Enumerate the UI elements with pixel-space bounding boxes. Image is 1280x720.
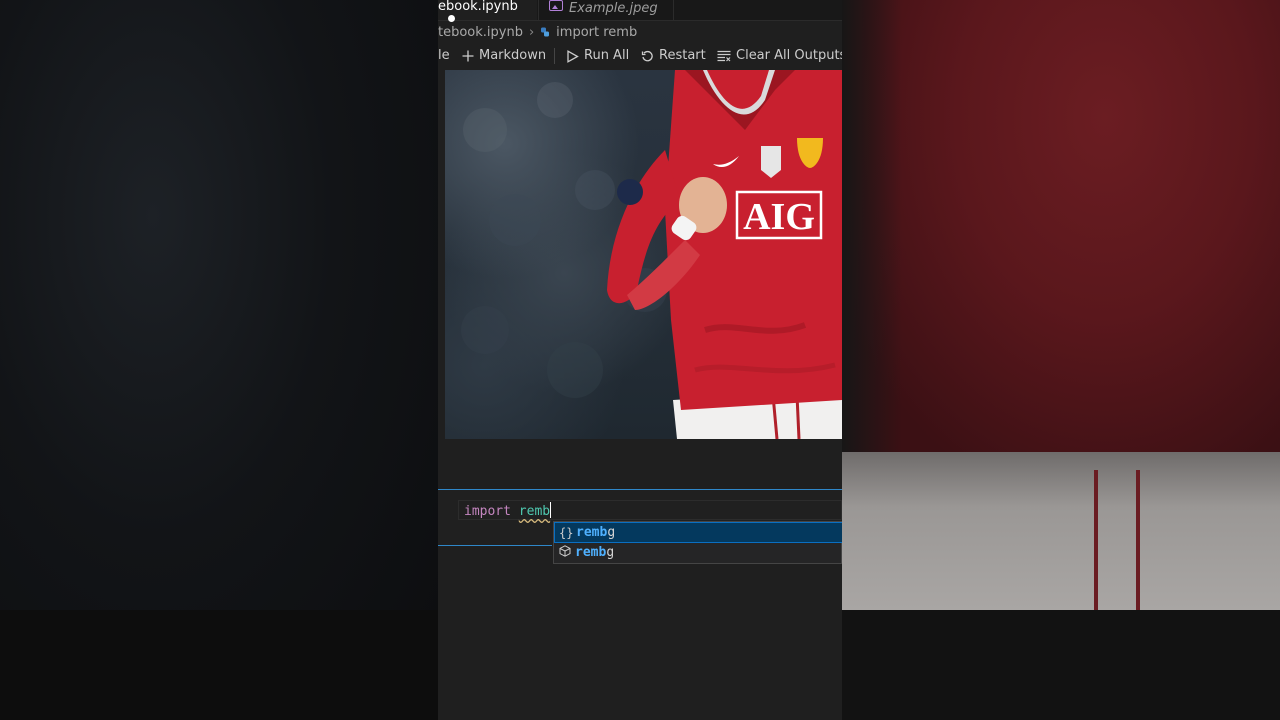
run-all-label: Run All xyxy=(584,48,630,63)
breadcrumb: tebook.ipynb › import remb xyxy=(438,24,842,42)
suggestion-rest: g xyxy=(607,525,616,540)
clear-all-outputs-button[interactable]: Clear All Outputs xyxy=(717,45,842,67)
letterbox-bottom-left xyxy=(0,610,438,720)
blurred-shirt xyxy=(842,0,1280,470)
suggestion-item[interactable]: {} rembg xyxy=(554,522,842,543)
breadcrumb-file[interactable]: tebook.ipynb xyxy=(438,25,523,40)
football-player-image: AIG xyxy=(461,70,842,439)
blurred-shadow xyxy=(842,0,902,470)
python-icon xyxy=(541,27,550,37)
blurred-shorts xyxy=(842,452,1280,610)
markdown-label: Markdown xyxy=(479,48,547,63)
plus-icon xyxy=(462,50,474,62)
unsaved-dot-icon[interactable] xyxy=(448,15,455,22)
restart-icon xyxy=(641,50,653,61)
typed-module-name: remb xyxy=(518,504,551,519)
image-file-icon xyxy=(549,0,563,11)
play-icon xyxy=(567,49,579,63)
tab-notebook[interactable]: ebook.ipynb xyxy=(438,0,537,22)
suggest-widget: {} rembg rembg xyxy=(553,521,842,564)
cell-focus-border-bottom xyxy=(438,545,552,546)
suggestion-label: rembg xyxy=(576,523,615,543)
tab-example-image[interactable]: Example.jpeg xyxy=(538,0,674,20)
module-braces-icon: {} xyxy=(559,526,574,540)
notebook-toolbar: le Markdown Run All Restart Clear All Ou… xyxy=(438,45,842,67)
shorts-stripe xyxy=(1136,470,1140,610)
blurred-background-left xyxy=(0,0,438,720)
letterbox-bottom-right xyxy=(842,610,1280,720)
blurred-background-right xyxy=(842,0,1280,720)
clear-all-label: Clear All Outputs xyxy=(736,48,842,63)
suggestion-item[interactable]: rembg xyxy=(554,543,842,563)
editor-tab-bar: ebook.ipynb Example.jpeg xyxy=(438,0,842,22)
chevron-right-icon: › xyxy=(528,25,535,40)
import-keyword: import xyxy=(464,504,511,519)
tab-notebook-label: ebook.ipynb xyxy=(438,0,518,14)
suggestion-match: remb xyxy=(576,525,608,540)
package-cube-icon xyxy=(558,543,572,563)
vscode-notebook-editor: ebook.ipynb Example.jpeg tebook.ipynb › im… xyxy=(438,0,842,720)
add-code-cell-button[interactable]: le xyxy=(438,45,450,67)
cell-output-image: AIG xyxy=(445,70,842,439)
code-line[interactable]: import remb xyxy=(464,502,552,520)
toolbar-divider xyxy=(554,48,555,64)
add-code-label: le xyxy=(438,48,450,63)
suggestion-match: remb xyxy=(575,545,607,560)
suggestion-rest: g xyxy=(606,545,615,560)
text-cursor xyxy=(550,502,552,518)
shorts-stripe xyxy=(1094,470,1098,610)
breadcrumb-cell[interactable]: import remb xyxy=(556,25,637,40)
suggestion-label: rembg xyxy=(575,543,614,563)
restart-button[interactable]: Restart xyxy=(641,45,706,67)
clear-all-icon xyxy=(717,50,731,62)
add-markdown-button[interactable]: Markdown xyxy=(462,45,546,67)
restart-label: Restart xyxy=(659,48,706,63)
run-all-button[interactable]: Run All xyxy=(566,45,629,67)
tab-example-label: Example.jpeg xyxy=(569,1,658,16)
shirt-sponsor-text: AIG xyxy=(743,196,815,238)
